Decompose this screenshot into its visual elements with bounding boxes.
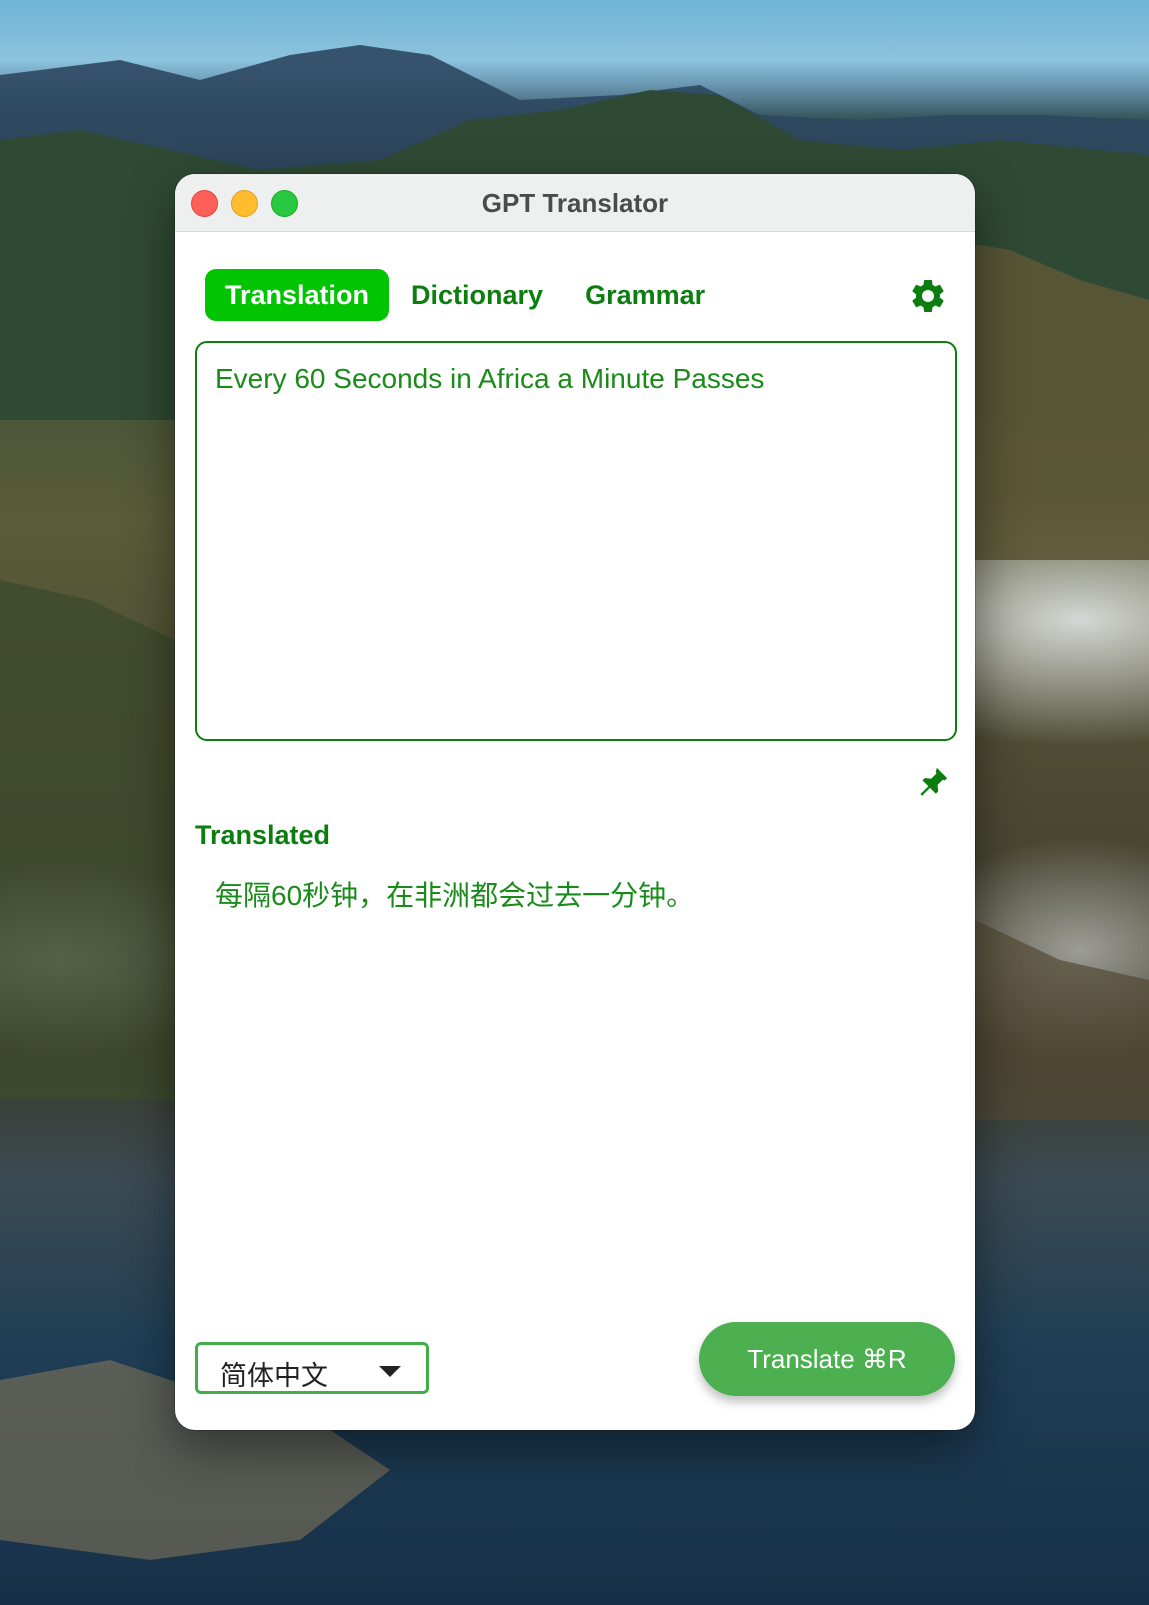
selected-language: 简体中文 — [220, 1361, 328, 1391]
mode-tabs: Translation Dictionary Grammar — [205, 269, 727, 321]
window-title: GPT Translator — [481, 188, 669, 218]
source-text-area[interactable]: Every 60 Seconds in Africa a Minute Pass… — [195, 341, 957, 741]
translated-text: 每隔60秒钟，在非洲都会过去一分钟。 — [215, 880, 695, 911]
translated-heading: Translated — [195, 820, 331, 850]
tab-grammar[interactable]: Grammar — [565, 269, 725, 321]
app-window: GPT Translator Translation Dictionary Gr… — [175, 174, 975, 1430]
tab-dictionary[interactable]: Dictionary — [391, 269, 563, 321]
pin-icon[interactable] — [915, 764, 951, 800]
tab-translation[interactable]: Translation — [205, 269, 390, 321]
settings-gear-icon[interactable] — [908, 276, 948, 316]
source-text: Every 60 Seconds in Africa a Minute Pass… — [215, 363, 765, 394]
title-bar: GPT Translator — [175, 174, 975, 232]
caret-down-icon — [379, 1366, 401, 1377]
translate-button[interactable]: Translate ⌘R — [699, 1322, 955, 1396]
target-language-select[interactable]: 简体中文 — [195, 1342, 429, 1394]
